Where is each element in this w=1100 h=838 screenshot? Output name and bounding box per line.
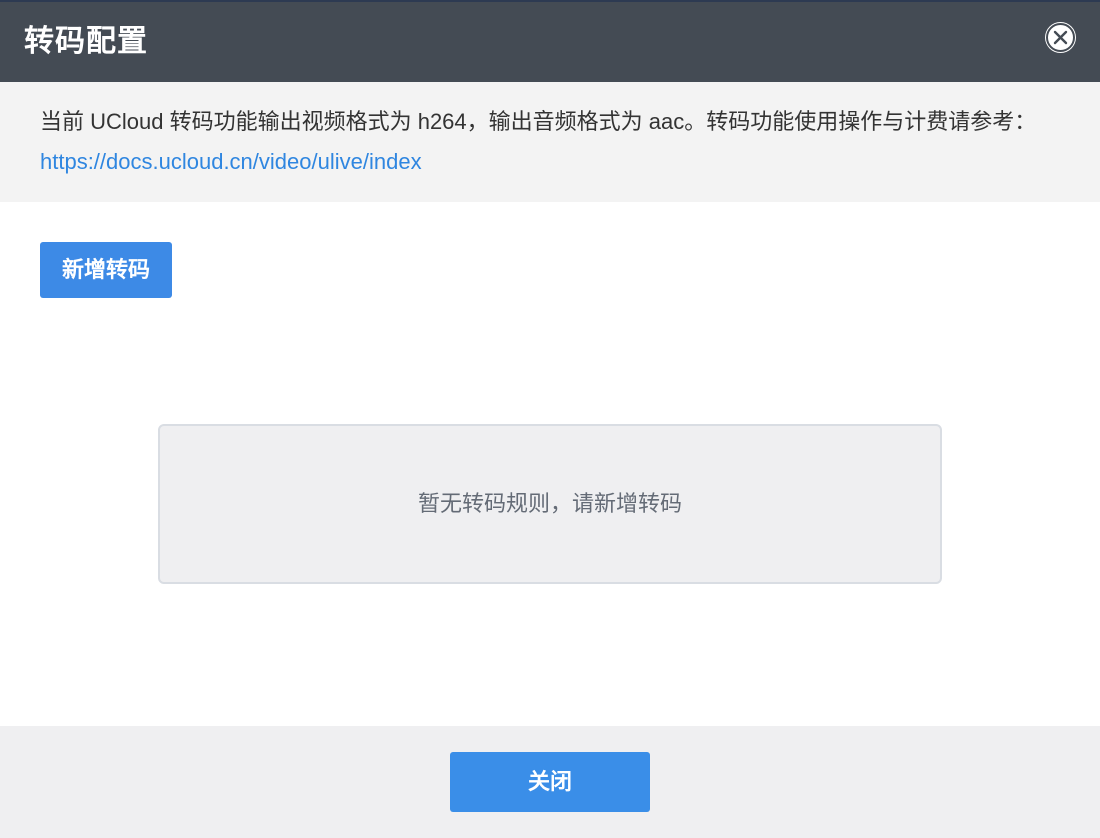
dialog-header: 转码配置	[0, 0, 1100, 82]
empty-state-message: 暂无转码规则，请新增转码	[417, 491, 682, 516]
docs-link[interactable]: https://docs.ucloud.cn/video/ulive/index	[40, 149, 422, 174]
close-circle-icon[interactable]	[1045, 22, 1076, 53]
notice-text: 当前 UCloud 转码功能输出视频格式为 h264，输出音频格式为 aac。转…	[40, 109, 1037, 134]
dialog-title: 转码配置	[24, 25, 148, 58]
notice-banner: 当前 UCloud 转码功能输出视频格式为 h264，输出音频格式为 aac。转…	[0, 82, 1100, 202]
add-transcode-button[interactable]: 新增转码	[40, 242, 172, 298]
dialog-footer: 关闭	[0, 726, 1100, 838]
empty-state: 暂无转码规则，请新增转码	[158, 424, 942, 584]
close-button[interactable]: 关闭	[450, 752, 650, 812]
transcode-config-dialog: 转码配置 当前 UCloud 转码功能输出视频格式为 h264，输出音频格式为 …	[0, 0, 1100, 838]
